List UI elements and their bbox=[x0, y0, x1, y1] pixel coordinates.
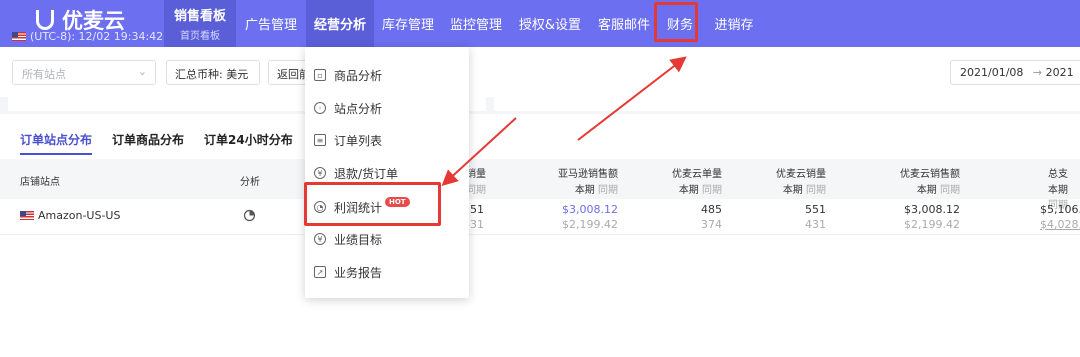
annotation-arrows bbox=[441, 56, 687, 187]
annotation-arrow-to-profit bbox=[441, 117, 517, 187]
annotation-arrow-to-finance bbox=[577, 56, 687, 141]
